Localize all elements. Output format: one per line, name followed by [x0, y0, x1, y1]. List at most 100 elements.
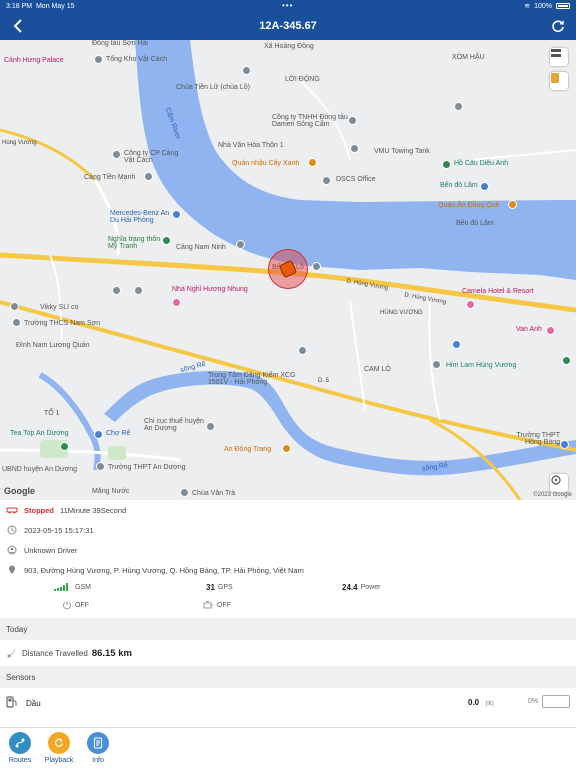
place-pin-icon	[298, 346, 307, 355]
tab-routes-label: Routes	[8, 757, 32, 764]
sensors-section-header: Sensors	[0, 666, 576, 688]
restaurant-pin-icon	[508, 200, 517, 209]
place-pin-icon	[180, 488, 189, 497]
multitask-dots-icon[interactable]: •••	[282, 2, 293, 10]
fuel-pump-icon	[6, 695, 20, 711]
place-pin-icon	[94, 430, 103, 439]
battery-percent: 100%	[534, 2, 552, 10]
last-update-time: 2023-05-15 15:17:31	[24, 525, 94, 535]
hotel-pin-icon	[546, 326, 555, 335]
place-pin-icon	[172, 210, 181, 219]
map-label: Cảnh Hưng Palace	[4, 57, 64, 64]
map-label: VMU Towing Tank	[374, 148, 430, 155]
layers-icon	[551, 49, 561, 57]
map-label: An Động Trang	[224, 446, 272, 453]
back-button[interactable]	[8, 16, 28, 36]
recenter-button[interactable]	[550, 474, 568, 492]
wifi-icon: ≋	[524, 3, 531, 10]
map-label: DSCS Office	[336, 176, 376, 183]
nav-bar: 12A-345.67	[0, 12, 576, 40]
map-label: Nhà Văn Hóa Thôn 1	[218, 142, 284, 149]
map-label: Cảng Nam Ninh	[176, 244, 226, 251]
sensor-input-field[interactable]	[542, 695, 570, 708]
sensors-header-label: Sensors	[6, 672, 36, 682]
sensor-value: 0.0	[468, 698, 480, 707]
map-label: HÙNG VƯƠNG	[380, 310, 423, 316]
address-row: 903, Đường Hùng Vương, P. Hùng Vương, Q.…	[0, 560, 576, 580]
map-label: Cảng Tiền Mạnh	[84, 174, 136, 181]
sensor-reading: 0.0 (lit)	[468, 698, 494, 707]
place-pin-icon	[112, 150, 121, 159]
map-copyright: ©2023 Google	[533, 492, 572, 498]
recenter-icon	[551, 475, 561, 485]
gsm-label: GSM	[75, 583, 91, 591]
map-label: Him Lam Hùng Vương	[446, 362, 517, 369]
today-section-header: Today	[0, 618, 576, 640]
stopped-duration: 11Minute 39Second	[60, 505, 127, 515]
info-document-icon	[87, 732, 109, 754]
hotel-pin-icon	[172, 298, 181, 307]
map-label: Măng Nước	[92, 488, 130, 495]
tab-playback-label: Playback	[44, 757, 74, 764]
engine-state: OFF	[217, 601, 231, 609]
status-label: Stopped	[24, 505, 54, 515]
today-header-label: Today	[6, 624, 28, 634]
map-label: XÓM HẬU	[452, 54, 485, 61]
bottom-tab-bar: Routes Playback Info	[0, 727, 576, 768]
place-pin-icon	[480, 182, 489, 191]
hotel-pin-icon	[466, 300, 475, 309]
place-pin-icon	[560, 440, 569, 449]
place-pin-icon	[350, 144, 359, 153]
engine-metric: OFF	[202, 600, 231, 610]
timestamp-row: 2023-05-15 15:17:31	[0, 520, 576, 540]
restaurant-pin-icon	[282, 444, 291, 453]
map-label: Quán Ăn Đồng Quê	[438, 202, 500, 209]
map-view[interactable]: Đồng tàu Sơn Hải Cảnh Hưng Palace Tổng K…	[0, 40, 576, 500]
tab-playback[interactable]: Playback	[42, 732, 76, 764]
place-pin-icon	[454, 102, 463, 111]
tab-info[interactable]: Info	[81, 732, 115, 764]
battery-icon	[556, 3, 570, 9]
map-label: Tea Top An Dương	[10, 430, 69, 437]
map-label: Mercedes-Benz An Du Hải Phòng	[110, 210, 170, 224]
distance-value: 86.15 km	[91, 647, 132, 659]
sensor-percent: 0%	[528, 698, 539, 705]
power-icon	[63, 601, 71, 610]
distance-label: Distance Travelled	[22, 648, 88, 658]
map-layers-button[interactable]	[550, 48, 568, 66]
status-row: Stopped 11Minute 39Second	[0, 500, 576, 520]
driver-row: Unknown Driver	[0, 540, 576, 560]
map-label: CAM LỘ	[364, 366, 391, 373]
traffic-toggle-button[interactable]	[550, 72, 568, 90]
place-pin-icon	[242, 66, 251, 75]
map-label: Chùa Tiền Lữ (chùa Lồ)	[176, 84, 250, 91]
gsm-metric: GSM	[54, 583, 91, 591]
status-time-date: 3:18 PM Mon May 15	[6, 3, 75, 10]
map-label: Công ty TNHH Đóng tàu Damen Sông Cấm	[272, 114, 348, 128]
map-label: LỜI ĐỘNG	[285, 76, 320, 83]
car-status-icon	[6, 504, 18, 516]
place-pin-icon	[60, 442, 69, 451]
place-pin-icon	[206, 422, 215, 431]
google-logo: Google	[4, 486, 35, 496]
place-pin-icon	[96, 462, 105, 471]
gps-label: GPS	[217, 583, 233, 591]
ignition-state: OFF	[75, 601, 89, 609]
location-pin-icon	[6, 564, 18, 576]
restaurant-pin-icon	[308, 158, 317, 167]
map-label: D. 5	[318, 378, 330, 384]
switch-row: OFF OFF	[0, 596, 576, 614]
map-label: Đồng tàu Sơn Hải	[92, 40, 148, 47]
tab-routes[interactable]: Routes	[3, 732, 37, 764]
engine-icon	[203, 601, 213, 609]
status-time: 3:18 PM	[6, 2, 33, 10]
refresh-button[interactable]	[548, 16, 568, 36]
place-pin-icon	[236, 240, 245, 249]
map-label: Trung Tâm Đăng Kiểm XCG 1501V - Hải Phòn…	[208, 372, 296, 386]
power-value: 24.4	[342, 582, 358, 592]
place-pin-icon	[12, 318, 21, 327]
map-label: UBND huyện An Dương	[2, 466, 78, 473]
sensor-row: Dầu 0.0 (lit) 0%	[0, 688, 576, 718]
place-pin-icon	[10, 302, 19, 311]
map-label: Nhà Nghỉ Hương Nhung	[172, 286, 248, 293]
